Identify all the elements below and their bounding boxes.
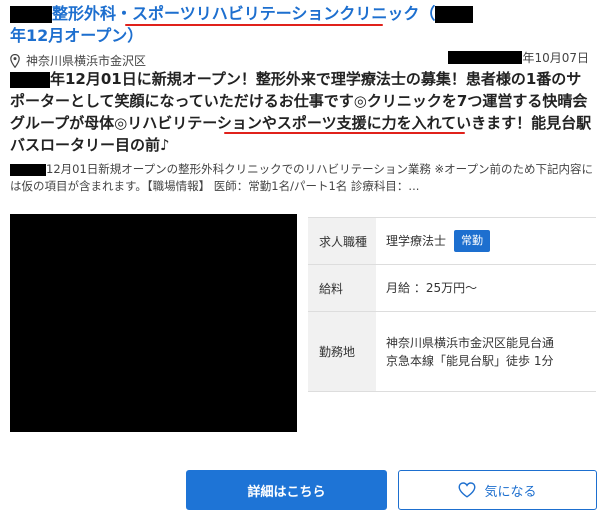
title-part-1: 整形外科・ [52,4,133,23]
salary-value: 月給 ：25万円〜 [386,281,478,295]
title-clinic-name: スポーツリハビリテーションクリニック [132,4,420,23]
job-summary: 12月01日新規オープンの整形外科クリニックでのリハビリテーション業務 ※オープ… [10,161,595,195]
favorite-label: 気になる [484,484,537,500]
favorite-button[interactable]: 気になる [398,470,597,510]
salary-row: 給料 月給 ：25万円〜 [308,265,596,312]
redacted-text [435,6,474,23]
headline-underline [224,132,465,134]
post-date: 年10月07日 [448,49,589,66]
workplace-value: 神奈川県横浜市金沢区能見台通 京急本線「能見台駅」徒歩 1分 [376,312,596,391]
redacted-text [10,6,52,23]
title-line-2: 年12月オープン） [10,26,144,45]
workplace-address: 神奈川県横浜市金沢区能見台通 [386,335,555,350]
job-photo [10,214,297,432]
job-info-table: 求人職種 理学療法士 常勤 給料 月給 ：25万円〜 勤務地 神奈川県横浜市金沢… [308,217,596,392]
detail-button[interactable]: 詳細はこちら [186,470,387,510]
title-underline [125,24,383,26]
location-text: 神奈川県横浜市金沢区 [26,54,147,68]
location: 神奈川県横浜市金沢区 [10,52,146,69]
job-type-value: 理学療法士 常勤 [376,218,596,264]
heart-icon [458,482,476,498]
employment-type-badge: 常勤 [454,230,491,252]
redacted-text [10,71,50,88]
job-headline: 年12月01日に新規オープン！整形外来で理学療法士の募集！患者様の1番のサポータ… [10,68,595,156]
map-pin-icon [10,53,20,68]
salary-label: 給料 [308,265,376,311]
job-type-text: 理学療法士 [386,234,447,248]
redacted-text [448,51,523,64]
workplace-row: 勤務地 神奈川県横浜市金沢区能見台通 京急本線「能見台駅」徒歩 1分 [308,312,596,392]
workplace-label: 勤務地 [308,312,376,391]
workplace-access: 京急本線「能見台駅」徒歩 1分 [386,353,554,368]
headline-emphasis: スポーツ支援に力を入れていきます！ [276,114,532,132]
job-type-label: 求人職種 [308,218,376,264]
summary-text: 12月01日新規オープンの整形外科クリニックでのリハビリテーション業務 ※オープ… [10,162,593,193]
post-date-text: 年10月07日 [522,51,589,65]
job-type-row: 求人職種 理学療法士 常勤 [308,218,596,265]
redacted-text [10,163,46,176]
title-part-3: （ [419,4,436,23]
